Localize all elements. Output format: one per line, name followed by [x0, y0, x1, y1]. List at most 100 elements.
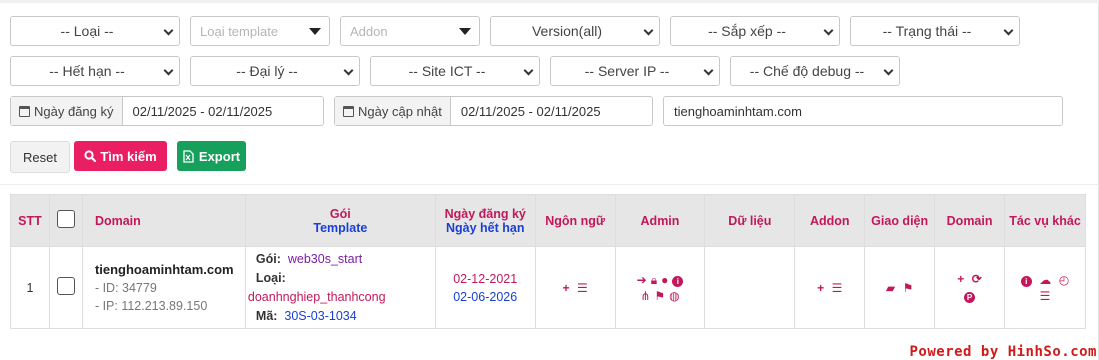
plus-icon[interactable]: + [957, 271, 964, 288]
search-icon [84, 150, 97, 162]
col-domain: Domain [81, 194, 246, 247]
col-goi-template: Gói Template [244, 194, 436, 247]
sap-xep-select-value: -- Sắp xếp -- [708, 23, 786, 39]
chevron-down-icon [163, 25, 174, 36]
domain-search-value: tienghoaminhtam.com [674, 103, 802, 119]
row-domain-name[interactable]: tienghoaminhtam.com [95, 261, 244, 279]
chevron-down-icon [343, 65, 354, 76]
col-goi-label: Gói [329, 206, 351, 221]
plus-icon[interactable]: + [562, 281, 569, 295]
col-ngay-dang-ky-label: Ngày đăng ký [444, 206, 526, 221]
trang-thai-select[interactable]: -- Trạng thái -- [850, 16, 1020, 46]
chevron-down-icon [883, 65, 894, 76]
row-goi-value: web30s_start [287, 251, 363, 266]
loai-select[interactable]: -- Loại -- [10, 16, 180, 46]
version-select[interactable]: Version(all) [490, 16, 660, 46]
col-du-lieu: Dữ liệu [704, 194, 796, 247]
row-ngay-cell: 02-12-2021 02-06-2026 [434, 246, 536, 329]
info-icon[interactable]: i [672, 275, 684, 287]
chevron-down-icon [163, 65, 174, 76]
row-loai-value: doanhnghiep_thanhcong [247, 289, 386, 304]
chevron-down-icon [703, 65, 714, 76]
caret-down-icon [459, 28, 471, 35]
refresh-icon[interactable]: ⟳ [972, 271, 982, 288]
loai-template-placeholder: Loại template [200, 23, 279, 39]
user-icon[interactable]: ● [661, 272, 668, 288]
ngay-cap-nhat-input[interactable]: 02/11/2025 - 02/11/2025 [451, 97, 601, 125]
plus-icon[interactable]: + [817, 281, 824, 295]
col-ngay: Ngày đăng ký Ngày hết hạn [434, 194, 536, 247]
ngay-cap-nhat-label: Ngày cập nhật [358, 103, 442, 119]
row-checkbox[interactable] [56, 277, 75, 295]
export-button[interactable]: Export [177, 141, 246, 171]
ngay-dang-ky-input[interactable]: 02/11/2025 - 02/11/2025 [123, 97, 273, 125]
top-divider [0, 0, 1099, 3]
lock-icon[interactable]: 🔒︎ [651, 272, 657, 288]
folder-icon[interactable]: ▰ [886, 281, 895, 295]
col-tac-vu-khac: Tác vụ khác [1004, 194, 1086, 247]
sitemap-icon[interactable]: ⋔ [640, 288, 650, 304]
site-ict-select[interactable]: -- Site ICT -- [370, 56, 540, 86]
server-ip-select-value: -- Server IP -- [584, 63, 670, 79]
row-ma-label: Mã: [255, 308, 278, 323]
domain-table: STT Domain Gói Template Ngày đăng ký Ngà… [10, 194, 1086, 329]
het-han-select-value: -- Hết hạn -- [49, 63, 125, 79]
sap-xep-select[interactable]: -- Sắp xếp -- [670, 16, 840, 46]
sign-in-icon[interactable]: ➔ [637, 272, 647, 288]
chevron-down-icon [523, 65, 534, 76]
parking-icon[interactable]: P [964, 291, 976, 303]
addon-select[interactable]: Addon [340, 16, 480, 46]
row-domain-ip: - IP: 112.213.89.150 [94, 298, 208, 313]
server-ip-select[interactable]: -- Server IP -- [550, 56, 720, 86]
table-row: 1 tienghoaminhtam.com - ID: 34779 - IP: … [10, 246, 1086, 329]
dai-ly-select-value: -- Đại lý -- [236, 63, 298, 79]
list-icon[interactable]: ☰ [832, 281, 843, 295]
col-admin: Admin [614, 194, 706, 247]
search-button[interactable]: Tìm kiếm [74, 141, 167, 171]
chevron-down-icon [643, 25, 654, 36]
clock-icon[interactable]: ◴ [1059, 272, 1069, 288]
list-icon[interactable]: ☰ [1040, 288, 1051, 304]
excel-file-icon [183, 149, 194, 163]
col-template-label: Template [313, 220, 368, 235]
comments-icon[interactable]: ◍ [669, 288, 679, 304]
reset-button[interactable]: Reset [10, 141, 70, 173]
row-tac-vu-cell: i ☁ ◴ ☰ [1004, 246, 1086, 329]
flag-icon[interactable]: ⚑ [654, 288, 665, 304]
calendar-icon [19, 105, 30, 117]
row-admin-cell: ➔ 🔒︎ ● i ⋔ ⚑ ◍ [614, 246, 706, 329]
ngay-cap-nhat-addon: Ngày cập nhật [335, 97, 451, 125]
info-icon[interactable]: i [1020, 275, 1032, 287]
het-han-select[interactable]: -- Hết hạn -- [10, 56, 180, 86]
ngay-cap-nhat-range[interactable]: Ngày cập nhật 02/11/2025 - 02/11/2025 [334, 96, 653, 126]
dai-ly-select[interactable]: -- Đại lý -- [190, 56, 360, 86]
loai-template-select[interactable]: Loại template [190, 16, 330, 46]
row-domain-actions-cell: + ⟳ P [934, 246, 1006, 329]
row-domain-id: - ID: 34779 [94, 280, 157, 295]
search-button-label: Tìm kiếm [100, 148, 157, 164]
caret-down-icon [309, 28, 321, 35]
col-domain-actions: Domain [934, 194, 1006, 247]
ngay-dang-ky-addon: Ngày đăng ký [11, 97, 123, 125]
che-do-debug-select[interactable]: -- Chế độ debug -- [730, 56, 900, 86]
table-header-row: STT Domain Gói Template Ngày đăng ký Ngà… [10, 194, 1086, 247]
row-ngay-dang-ky: 02-12-2021 [453, 271, 518, 286]
calendar-icon [343, 105, 354, 117]
col-stt: STT [10, 194, 50, 247]
col-ngay-het-han-label: Ngày hết hạn [445, 220, 525, 235]
ngay-dang-ky-range[interactable]: Ngày đăng ký 02/11/2025 - 02/11/2025 [10, 96, 324, 126]
row-addon-cell: + ☰ [794, 246, 866, 329]
select-all-checkbox[interactable] [56, 210, 75, 228]
row-stt: 1 [10, 246, 50, 329]
row-select-cell [48, 246, 83, 329]
watermark: Powered by HinhSo.com [909, 344, 1097, 360]
row-du-lieu-cell [704, 246, 796, 329]
list-icon[interactable]: ☰ [577, 281, 588, 295]
domain-search-input[interactable]: tienghoaminhtam.com [663, 96, 1063, 126]
flag-icon[interactable]: ⚑ [903, 281, 914, 295]
cloud-icon[interactable]: ☁ [1039, 272, 1051, 288]
site-ict-select-value: -- Site ICT -- [408, 63, 486, 79]
row-ngay-het-han: 02-06-2026 [453, 289, 518, 304]
ngay-dang-ky-label: Ngày đăng ký [34, 103, 114, 119]
addon-placeholder: Addon [350, 23, 388, 39]
